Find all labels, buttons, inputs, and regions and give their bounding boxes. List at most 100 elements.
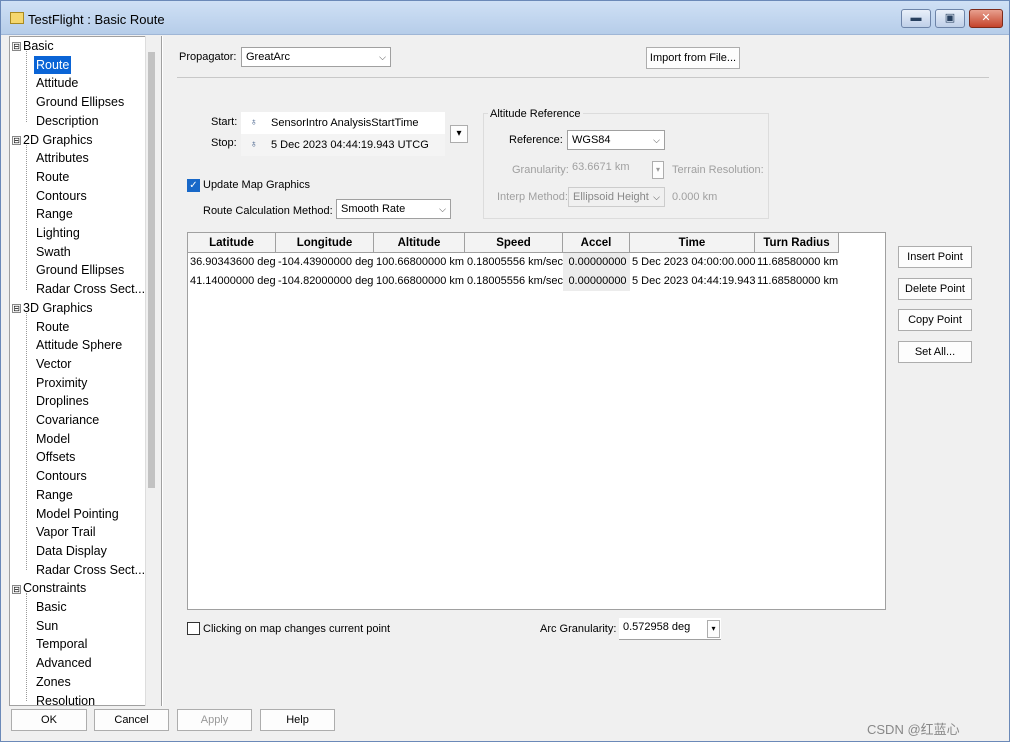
- chevron-down-icon: ⌵: [653, 135, 660, 145]
- route-points-table[interactable]: Latitude Longitude Altitude Speed Accel Time T…: [187, 232, 886, 610]
- tree-item[interactable]: Description: [36, 112, 99, 130]
- apply-button[interactable]: Apply: [177, 709, 252, 731]
- tree-item[interactable]: Vector: [36, 355, 71, 373]
- scrollbar-thumb[interactable]: [148, 52, 155, 488]
- tree-item[interactable]: Route: [36, 168, 69, 186]
- import-from-file-button[interactable]: Import from File...: [646, 47, 740, 69]
- granularity-spin-button[interactable]: ▾: [652, 161, 664, 179]
- column-header[interactable]: Altitude: [374, 233, 465, 253]
- cancel-button[interactable]: Cancel: [94, 709, 169, 731]
- window-title: TestFlight : Basic Route: [28, 12, 165, 27]
- tree-item[interactable]: Temporal: [36, 635, 87, 653]
- interp-method-select[interactable]: Ellipsoid Height ⌵: [568, 187, 665, 207]
- tree-group[interactable]: ⊟ 2D Graphics: [12, 131, 92, 149]
- column-header[interactable]: Latitude: [188, 233, 276, 253]
- table-cell[interactable]: -104.82000000 deg: [276, 272, 374, 291]
- table-cell[interactable]: 0.18005556 km/sec: [465, 253, 563, 272]
- tree-item[interactable]: Attitude Sphere: [36, 336, 122, 354]
- tree-item[interactable]: Swath: [36, 243, 71, 261]
- table-cell[interactable]: 0.00000000: [563, 253, 630, 272]
- tree-item[interactable]: Route: [34, 55, 72, 74]
- column-header[interactable]: Longitude: [276, 233, 374, 253]
- reference-value: WGS84: [572, 134, 611, 146]
- table-cell[interactable]: 36.90343600 deg: [188, 253, 276, 272]
- propagator-value: GreatArc: [246, 51, 291, 63]
- column-header[interactable]: Turn Radius: [755, 233, 839, 253]
- tree-item[interactable]: Advanced: [36, 654, 92, 672]
- table-cell[interactable]: 5 Dec 2023 04:00:00.000: [630, 253, 756, 272]
- maximize-button[interactable]: ▣: [935, 9, 965, 28]
- tree-item[interactable]: Covariance: [36, 411, 99, 429]
- tree-item[interactable]: Ground Ellipses: [36, 261, 124, 279]
- close-button[interactable]: ✕: [969, 9, 1003, 28]
- collapse-icon[interactable]: ⊟: [12, 304, 21, 313]
- set-all-button[interactable]: Set All...: [898, 340, 972, 363]
- tree-item[interactable]: Contours: [36, 187, 87, 205]
- tree-item[interactable]: Route: [36, 318, 69, 336]
- tree-item[interactable]: Sun: [36, 617, 58, 635]
- tree-item[interactable]: Droplines: [36, 392, 89, 410]
- chevron-down-icon: ⌵: [379, 52, 386, 62]
- minimize-button[interactable]: ▬: [901, 9, 931, 28]
- update-map-label: Update Map Graphics: [203, 179, 310, 191]
- reference-select[interactable]: WGS84 ⌵: [567, 130, 665, 150]
- tree-group[interactable]: ⊟ Constraints: [12, 579, 86, 597]
- tree-item[interactable]: Data Display: [36, 542, 107, 560]
- tree-item[interactable]: Radar Cross Sect...: [36, 280, 145, 298]
- panel-splitter[interactable]: [161, 36, 163, 706]
- terrain-resolution-label: Terrain Resolution:: [672, 164, 764, 176]
- table-cell[interactable]: 11.68580000 km: [755, 253, 839, 272]
- tree-item[interactable]: Offsets: [36, 448, 75, 466]
- tree-item[interactable]: Basic: [36, 598, 67, 616]
- tree-group[interactable]: ⊟ Basic: [12, 37, 54, 55]
- arc-granularity-spin-button[interactable]: ▾: [707, 620, 720, 638]
- tree-item[interactable]: Ground Ellipses: [36, 93, 124, 111]
- column-header[interactable]: Accel: [563, 233, 630, 253]
- tree-item[interactable]: Range: [36, 205, 73, 223]
- tree-item[interactable]: Resolution: [36, 692, 95, 706]
- table-cell[interactable]: 100.66800000 km: [374, 272, 465, 291]
- ok-button[interactable]: OK: [11, 709, 87, 731]
- arc-granularity-field[interactable]: 0.572958 deg: [619, 618, 721, 640]
- column-header[interactable]: Time: [630, 233, 755, 253]
- tree-item[interactable]: Attitude: [36, 74, 78, 92]
- update-map-checkbox[interactable]: ✓: [187, 179, 200, 192]
- tree-item[interactable]: Radar Cross Sect...: [36, 561, 145, 579]
- stop-time-field[interactable]: ♁ 5 Dec 2023 04:44:19.943 UTCG: [241, 134, 445, 156]
- time-menu-button[interactable]: ▾: [450, 125, 468, 143]
- table-cell[interactable]: 100.66800000 km: [374, 253, 465, 272]
- column-header[interactable]: Speed: [465, 233, 563, 253]
- route-calc-select[interactable]: Smooth Rate ⌵: [336, 199, 451, 219]
- table-cell[interactable]: 11.68580000 km: [755, 272, 839, 291]
- tree-item[interactable]: Model Pointing: [36, 505, 119, 523]
- tree-item[interactable]: Vapor Trail: [36, 523, 96, 541]
- start-time-value: SensorIntro AnalysisStartTime: [271, 117, 419, 129]
- tree-item[interactable]: Lighting: [36, 224, 80, 242]
- tree-group[interactable]: ⊟ 3D Graphics: [12, 299, 92, 317]
- copy-point-button[interactable]: Copy Point: [898, 309, 972, 331]
- propagator-select[interactable]: GreatArc ⌵: [241, 47, 391, 67]
- collapse-icon[interactable]: ⊟: [12, 584, 21, 594]
- tree-item[interactable]: Range: [36, 486, 73, 504]
- tree-item[interactable]: Model: [36, 430, 70, 448]
- start-time-field[interactable]: ♁ SensorIntro AnalysisStartTime: [241, 112, 445, 134]
- tree-item[interactable]: Contours: [36, 467, 87, 485]
- delete-point-button[interactable]: Delete Point: [898, 277, 972, 300]
- tree-item[interactable]: Attributes: [36, 149, 89, 167]
- collapse-icon[interactable]: ⊟: [12, 135, 21, 145]
- tree-item[interactable]: Zones: [36, 673, 71, 691]
- collapse-icon[interactable]: ⊟: [12, 42, 21, 52]
- table-cell[interactable]: 0.18005556 km/sec: [465, 272, 563, 291]
- tree-scrollbar[interactable]: [145, 36, 157, 706]
- tree-item[interactable]: Proximity: [36, 374, 87, 392]
- table-cell[interactable]: -104.43900000 deg: [276, 253, 374, 272]
- time-component-icon: ♁: [250, 139, 258, 150]
- insert-point-button[interactable]: Insert Point: [898, 246, 972, 268]
- table-cell[interactable]: 5 Dec 2023 04:44:19.943: [630, 272, 756, 291]
- help-button[interactable]: Help: [260, 709, 335, 731]
- table-cell[interactable]: 0.00000000: [563, 272, 630, 291]
- interp-method-value: Ellipsoid Height: [573, 191, 649, 203]
- click-map-checkbox[interactable]: [187, 622, 200, 635]
- table-cell[interactable]: 41.14000000 deg: [188, 272, 276, 291]
- terrain-resolution-value: 0.000 km: [672, 191, 718, 203]
